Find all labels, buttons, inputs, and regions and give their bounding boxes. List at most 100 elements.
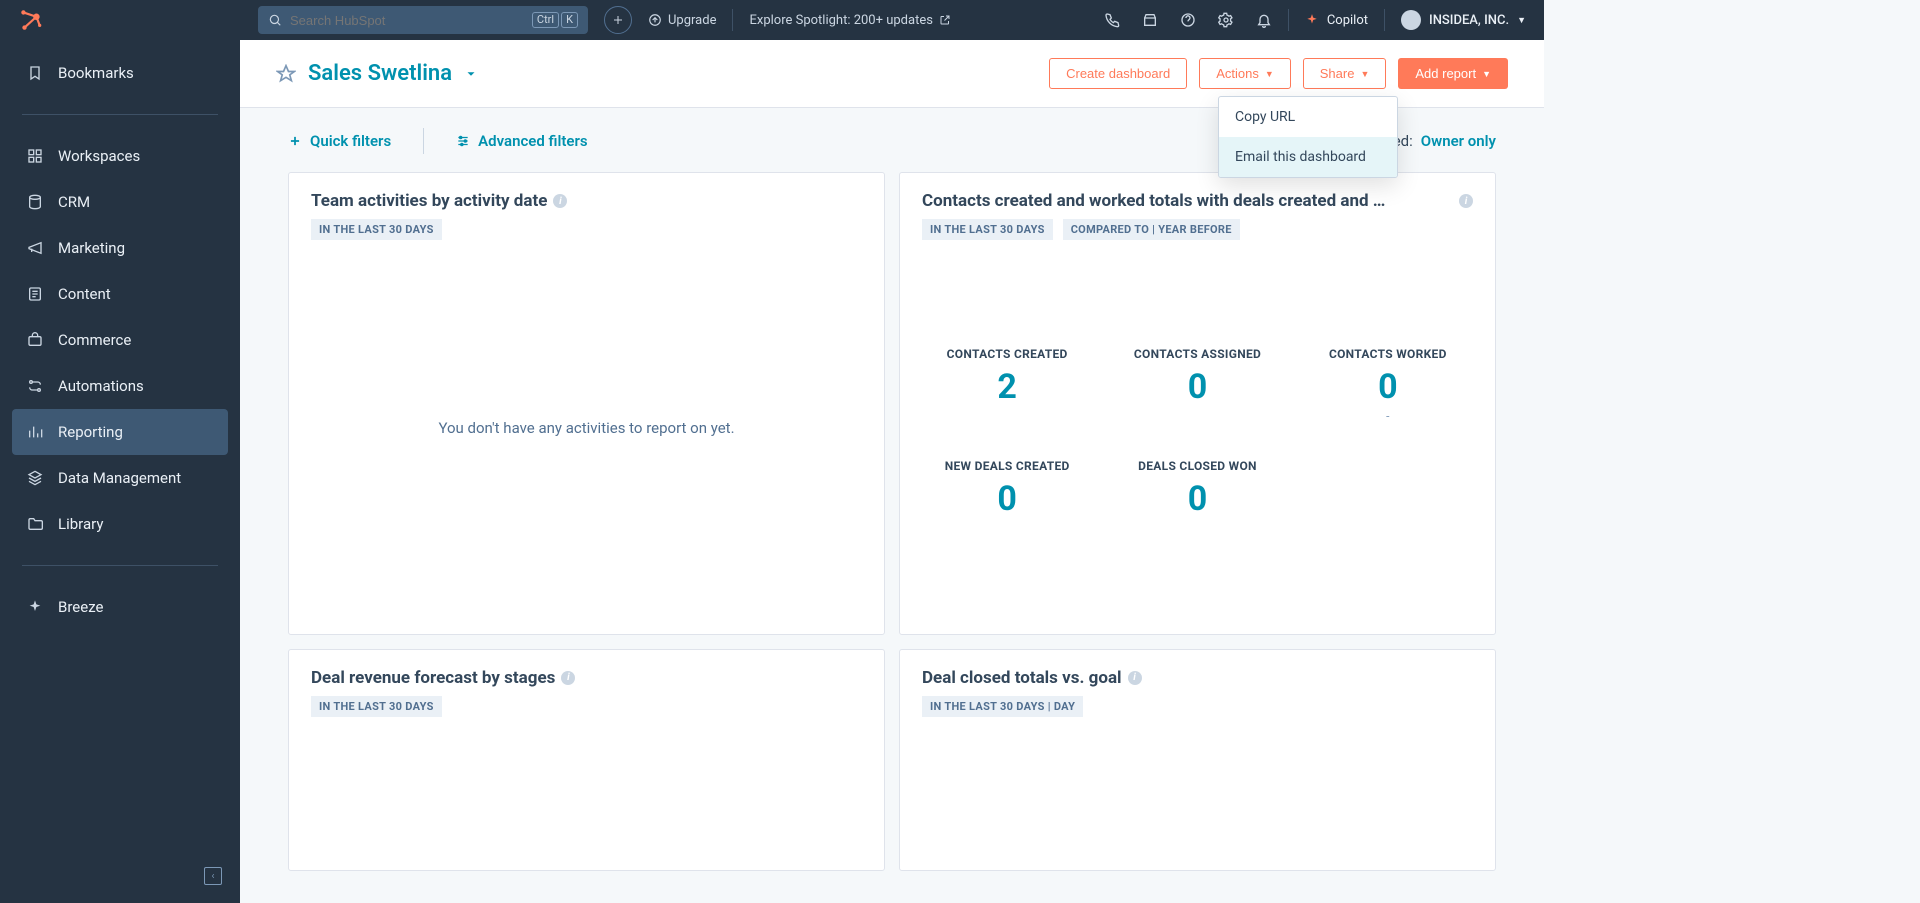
layers-icon — [26, 469, 44, 487]
sidebar-item-marketing[interactable]: Marketing — [12, 225, 228, 271]
sidebar-item-workspaces[interactable]: Workspaces — [12, 133, 228, 179]
share-button[interactable]: Share▼ — [1303, 58, 1387, 89]
phone-icon[interactable] — [1104, 12, 1120, 28]
card-title: Team activities by activity date — [311, 191, 547, 211]
metric-contacts-created: CONTACTS CREATED 2 — [922, 347, 1092, 423]
folder-icon — [26, 515, 44, 533]
copilot-spark-icon — [1305, 13, 1319, 27]
chevron-down-icon: ▼ — [1517, 15, 1526, 26]
copilot-button[interactable]: Copilot — [1305, 13, 1368, 28]
search-input[interactable] — [290, 13, 524, 28]
chevron-down-icon: ▼ — [1482, 69, 1491, 79]
card-deal-revenue-forecast[interactable]: Deal revenue forecast by stages i IN THE… — [288, 649, 885, 872]
actions-button[interactable]: Actions▼ — [1199, 58, 1291, 89]
metric-contacts-assigned: CONTACTS ASSIGNED 0 — [1112, 347, 1282, 423]
separator — [423, 128, 424, 154]
info-icon[interactable]: i — [1128, 671, 1142, 685]
sidebar-item-label: Library — [58, 515, 103, 533]
external-link-icon — [939, 14, 951, 26]
chevron-down-icon: ▼ — [1265, 69, 1274, 79]
sidebar-item-commerce[interactable]: Commerce — [12, 317, 228, 363]
dashboard-switcher[interactable] — [464, 67, 478, 81]
quick-filters-button[interactable]: Quick filters — [288, 132, 391, 150]
separator — [732, 9, 733, 31]
sidebar-item-reporting[interactable]: Reporting — [12, 409, 228, 455]
search-box[interactable]: Ctrl K — [258, 6, 588, 34]
divider — [22, 565, 218, 566]
sidebar-item-automations[interactable]: Automations — [12, 363, 228, 409]
metric-spacer — [1303, 459, 1473, 519]
card-team-activities[interactable]: Team activities by activity date i IN TH… — [288, 172, 885, 635]
sidebar-item-label: Marketing — [58, 239, 125, 257]
filter-tag: COMPARED TO | YEAR BEFORE — [1063, 219, 1240, 240]
hubspot-logo-icon[interactable] — [18, 7, 44, 33]
sidebar-item-data-management[interactable]: Data Management — [12, 455, 228, 501]
share-dropdown: Copy URL Email this dashboard — [1218, 96, 1398, 178]
chevron-down-icon: ▼ — [1360, 69, 1369, 79]
sidebar-item-label: Bookmarks — [58, 64, 134, 82]
cart-icon — [26, 331, 44, 349]
sidebar-item-label: Commerce — [58, 331, 131, 349]
divider — [22, 114, 218, 115]
sidebar-item-bookmarks[interactable]: Bookmarks — [12, 50, 228, 96]
settings-icon[interactable] — [1218, 12, 1234, 28]
cards-grid: Team activities by activity date i IN TH… — [240, 166, 1544, 895]
metric-contacts-worked: CONTACTS WORKED 0 - — [1303, 347, 1473, 423]
share-email-dashboard[interactable]: Email this dashboard — [1219, 137, 1397, 177]
card-title: Contacts created and worked totals with … — [922, 191, 1385, 211]
add-button[interactable] — [604, 6, 632, 34]
dashboard-header: Sales Swetlina Create dashboard Actions▼… — [240, 40, 1544, 108]
sidebar-item-label: Data Management — [58, 469, 181, 487]
card-title: Deal revenue forecast by stages — [311, 668, 555, 688]
info-icon[interactable]: i — [1459, 194, 1473, 208]
plus-icon — [288, 134, 302, 148]
card-deal-closed-vs-goal[interactable]: Deal closed totals vs. goal i IN THE LAS… — [899, 649, 1496, 872]
sidebar-item-library[interactable]: Library — [12, 501, 228, 547]
info-icon[interactable]: i — [553, 194, 567, 208]
metric-deals-closed-won: DEALS CLOSED WON 0 — [1112, 459, 1282, 519]
add-report-button[interactable]: Add report▼ — [1398, 58, 1508, 89]
keyboard-shortcut: Ctrl K — [532, 12, 578, 28]
marketplace-icon[interactable] — [1142, 12, 1158, 28]
upgrade-link[interactable]: Upgrade — [648, 13, 716, 28]
dashboard-title: Sales Swetlina — [308, 61, 452, 86]
owner-filter-link[interactable]: Owner only — [1421, 132, 1496, 150]
sidebar-item-label: CRM — [58, 193, 90, 211]
search-icon — [268, 13, 282, 27]
favorite-star-icon[interactable] — [276, 64, 296, 84]
create-dashboard-button[interactable]: Create dashboard — [1049, 58, 1187, 89]
sidebar-item-label: Content — [58, 285, 111, 303]
card-contacts-totals[interactable]: Contacts created and worked totals with … — [899, 172, 1496, 635]
sidebar-item-label: Automations — [58, 377, 144, 395]
separator — [1288, 9, 1289, 31]
document-icon — [26, 285, 44, 303]
metric-new-deals-created: NEW DEALS CREATED 0 — [922, 459, 1092, 519]
grid-icon — [26, 147, 44, 165]
empty-state-text: You don't have any activities to report … — [311, 240, 862, 616]
sparkle-icon — [26, 598, 44, 616]
sidebar-item-crm[interactable]: CRM — [12, 179, 228, 225]
avatar — [1401, 10, 1421, 30]
account-menu[interactable]: INSIDEA, INC. ▼ — [1401, 10, 1526, 30]
card-title: Deal closed totals vs. goal — [922, 668, 1122, 688]
topbar: Ctrl K Upgrade Explore Spotlight: 200+ u… — [240, 0, 1544, 40]
info-icon[interactable]: i — [561, 671, 575, 685]
sidebar-item-breeze[interactable]: Breeze — [12, 584, 228, 630]
bar-chart-icon — [26, 423, 44, 441]
advanced-filters-button[interactable]: Advanced filters — [456, 132, 587, 150]
automation-icon — [26, 377, 44, 395]
sidebar-collapse-button[interactable]: ‹ — [204, 867, 222, 885]
sidebar-item-label: Workspaces — [58, 147, 140, 165]
share-copy-url[interactable]: Copy URL — [1219, 97, 1397, 137]
separator — [1384, 9, 1385, 31]
bookmark-icon — [26, 64, 44, 82]
sliders-icon — [456, 134, 470, 148]
scrollbar-track[interactable] — [1544, 0, 1558, 903]
spotlight-link[interactable]: Explore Spotlight: 200+ updates — [749, 13, 950, 28]
notifications-icon[interactable] — [1256, 12, 1272, 28]
filter-tag: IN THE LAST 30 DAYS — [311, 219, 442, 240]
help-icon[interactable] — [1180, 12, 1196, 28]
sidebar-item-content[interactable]: Content — [12, 271, 228, 317]
filter-tag: IN THE LAST 30 DAYS — [922, 219, 1053, 240]
sidebar-item-label: Reporting — [58, 423, 123, 441]
